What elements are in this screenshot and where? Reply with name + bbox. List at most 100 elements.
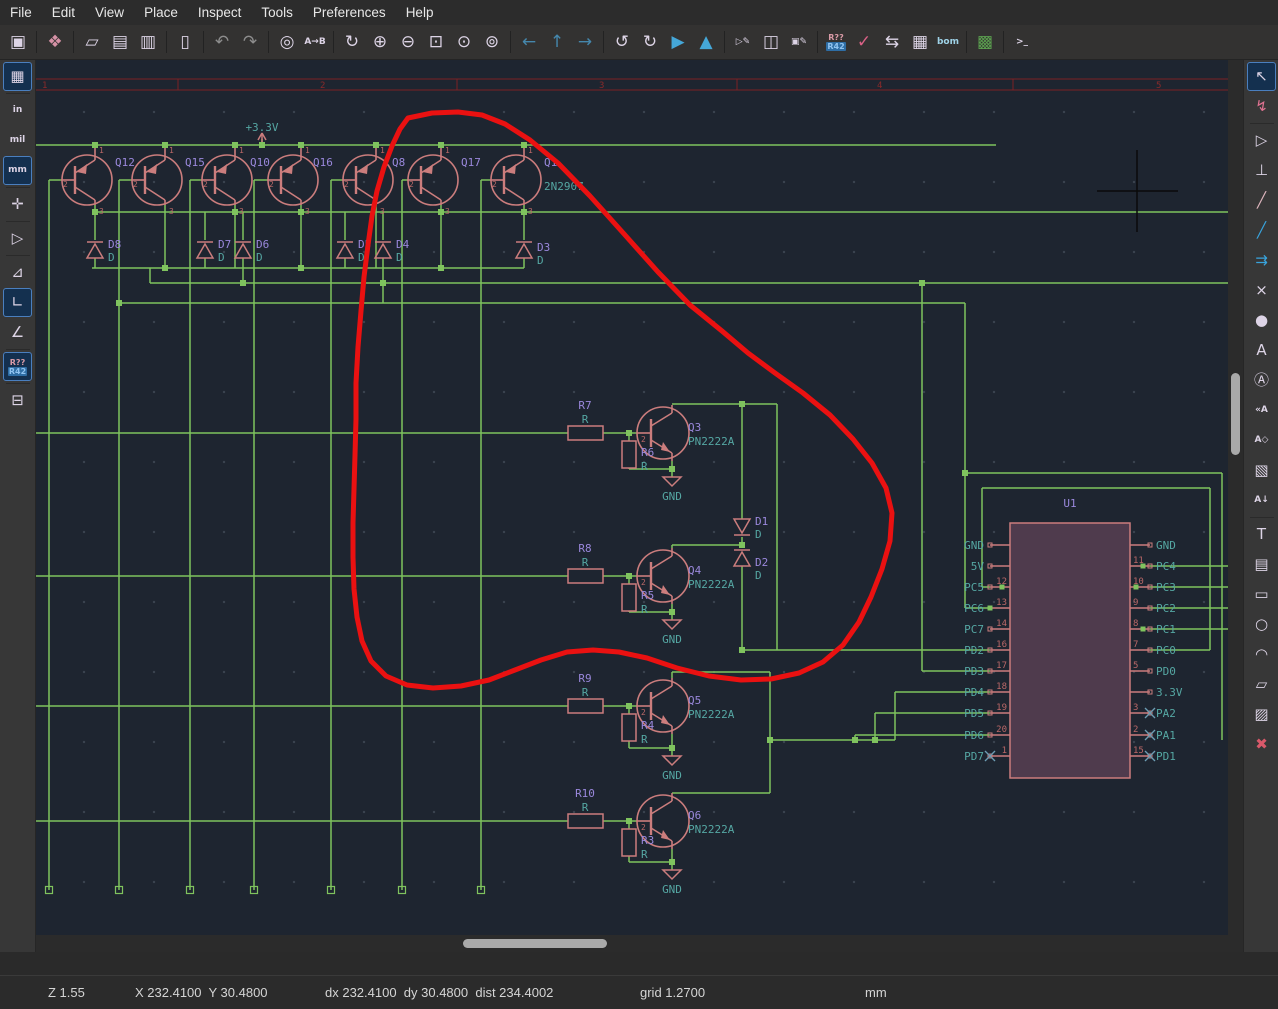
symbol-R4[interactable] xyxy=(622,714,636,741)
draw-rectangle-button[interactable]: ▭ xyxy=(1248,581,1275,608)
mirror-horizontal-button[interactable]: ▶ xyxy=(664,28,692,56)
select-tool-button[interactable]: ↖ xyxy=(1248,63,1275,90)
edit-page-button[interactable]: ▱ xyxy=(78,28,106,56)
symbol-R10[interactable] xyxy=(568,814,603,828)
symbol-D2[interactable] xyxy=(734,550,750,566)
global-label-button[interactable]: «A xyxy=(1248,397,1275,424)
wires-hv-button[interactable]: ∟ xyxy=(4,289,31,316)
horizontal-scrollbar[interactable] xyxy=(36,935,1228,952)
zoom-fit-objects-button[interactable]: ⊙ xyxy=(450,28,478,56)
symbol-R5[interactable] xyxy=(622,584,636,611)
rotate-ccw-button[interactable]: ↺ xyxy=(608,28,636,56)
vertical-scrollbar-thumb[interactable] xyxy=(1231,373,1240,455)
show-hidden-fields-button[interactable]: R??R42 xyxy=(4,353,31,380)
draw-arc-button[interactable]: ◠ xyxy=(1248,641,1275,668)
highlight-net-button[interactable]: ↯ xyxy=(1248,93,1275,120)
menu-place[interactable]: Place xyxy=(134,0,188,25)
place-text-button[interactable]: T xyxy=(1248,521,1275,548)
symbol-R6[interactable] xyxy=(622,441,636,468)
symbol-R8[interactable] xyxy=(568,569,603,583)
annotate-button[interactable]: R??R42 xyxy=(822,28,850,56)
net-label-button[interactable]: A xyxy=(1248,337,1275,364)
symbol-Q16[interactable]: 123 xyxy=(267,145,318,216)
symbol-Q1[interactable]: 123 xyxy=(490,145,541,216)
zoom-selection-button[interactable]: ⊚ xyxy=(478,28,506,56)
symbol-Q17[interactable]: 123 xyxy=(407,145,458,216)
sheet-settings-button[interactable]: ❖ xyxy=(41,28,69,56)
symbol-editor-button[interactable]: ▷✎ xyxy=(729,28,757,56)
symbol-D6[interactable] xyxy=(235,242,251,258)
nav-back-button[interactable]: ← xyxy=(515,28,543,56)
symbol-D1[interactable] xyxy=(734,519,750,535)
open-pcb-editor-button[interactable]: ▩ xyxy=(971,28,999,56)
import-sheet-pin-button[interactable]: A↓ xyxy=(1248,487,1275,514)
units-inches-button[interactable]: in xyxy=(4,97,31,124)
no-connect-flag-button[interactable]: × xyxy=(1248,277,1275,304)
show-hidden-pins-button[interactable]: ▷ xyxy=(4,225,31,252)
place-junction-button[interactable]: ● xyxy=(1248,307,1275,334)
erc-button[interactable]: ✓ xyxy=(850,28,878,56)
place-symbol-button[interactable]: ▷ xyxy=(1248,127,1275,154)
symbol-Q8[interactable]: 123 xyxy=(342,145,393,216)
mirror-vertical-button[interactable]: ▲ xyxy=(692,28,720,56)
symbol-R3[interactable] xyxy=(622,829,636,856)
scripting-console-button[interactable]: >_ xyxy=(1008,28,1036,56)
refresh-view-button[interactable]: ↻ xyxy=(338,28,366,56)
gnd-symbol[interactable] xyxy=(663,620,681,629)
symbol-D3[interactable] xyxy=(516,242,532,258)
hierarchical-sheet-button[interactable]: ▧ xyxy=(1248,457,1275,484)
schematic-drawing[interactable]: 1231231231231231231232222GNDGND5VPC411PC… xyxy=(36,60,1228,935)
draw-bus-button[interactable]: ╱ xyxy=(1248,217,1275,244)
symbol-D7[interactable] xyxy=(197,242,213,258)
menu-tools[interactable]: Tools xyxy=(251,0,303,25)
find-button[interactable]: ◎ xyxy=(273,28,301,56)
zoom-out-button[interactable]: ⊖ xyxy=(394,28,422,56)
symbol-Q15[interactable]: 123 xyxy=(131,145,182,216)
menu-view[interactable]: View xyxy=(85,0,134,25)
gnd-symbol[interactable] xyxy=(663,477,681,486)
plot-button[interactable]: ▥ xyxy=(134,28,162,56)
nav-forward-button[interactable]: → xyxy=(571,28,599,56)
place-power-port-button[interactable]: ⊥ xyxy=(1248,157,1275,184)
menu-inspect[interactable]: Inspect xyxy=(188,0,252,25)
symbol-R9[interactable] xyxy=(568,699,603,713)
menu-help[interactable]: Help xyxy=(396,0,444,25)
draw-wire-button[interactable]: ╱ xyxy=(1248,187,1275,214)
toggle-grid-button[interactable]: ▦ xyxy=(4,63,31,90)
wire-to-bus-entry-button[interactable]: ⇉ xyxy=(1248,247,1275,274)
symbol-D8[interactable] xyxy=(87,242,103,258)
wires-free-angle-button[interactable]: ⊿ xyxy=(4,259,31,286)
redo-button[interactable]: ↷ xyxy=(236,28,264,56)
rotate-cw-button[interactable]: ↻ xyxy=(636,28,664,56)
update-symbols-button[interactable]: ⇆ xyxy=(878,28,906,56)
paste-button[interactable]: ▯ xyxy=(171,28,199,56)
wires-45-button[interactable]: ∠ xyxy=(4,319,31,346)
menu-file[interactable]: File xyxy=(0,0,42,25)
gnd-symbol[interactable] xyxy=(663,870,681,879)
schematic-canvas[interactable]: 1231231231231231231232222GNDGND5VPC411PC… xyxy=(36,60,1228,935)
zoom-in-button[interactable]: ⊕ xyxy=(366,28,394,56)
menu-edit[interactable]: Edit xyxy=(42,0,85,25)
symbol-D4[interactable] xyxy=(375,242,391,258)
save-button[interactable]: ▣ xyxy=(4,28,32,56)
hierarchy-navigator-button[interactable]: ⊟ xyxy=(4,387,31,414)
hierarchical-label-button[interactable]: A◇ xyxy=(1248,427,1275,454)
gnd-symbol[interactable] xyxy=(663,756,681,765)
find-replace-button[interactable]: A→B xyxy=(301,28,329,56)
draw-circle-button[interactable]: ○ xyxy=(1248,611,1275,638)
place-image-button[interactable]: ▨ xyxy=(1248,701,1275,728)
cursor-shape-button[interactable]: ✛ xyxy=(4,191,31,218)
footprint-editor-button[interactable]: ▣✎ xyxy=(785,28,813,56)
place-text-box-button[interactable]: ▤ xyxy=(1248,551,1275,578)
symbol-Q10[interactable]: 123 xyxy=(201,145,252,216)
symbol-fields-table-button[interactable]: ▦ xyxy=(906,28,934,56)
symbol-D5[interactable] xyxy=(337,242,353,258)
nav-up-button[interactable]: ↑ xyxy=(543,28,571,56)
units-mm-button[interactable]: mm xyxy=(4,157,31,184)
symbol-Q12[interactable]: 123 xyxy=(61,145,112,216)
export-bom-button[interactable]: bom xyxy=(934,28,962,56)
symbol-R7[interactable] xyxy=(568,426,603,440)
zoom-fit-page-button[interactable]: ⊡ xyxy=(422,28,450,56)
symbol-browser-button[interactable]: ◫ xyxy=(757,28,785,56)
draw-polygon-button[interactable]: ▱ xyxy=(1248,671,1275,698)
